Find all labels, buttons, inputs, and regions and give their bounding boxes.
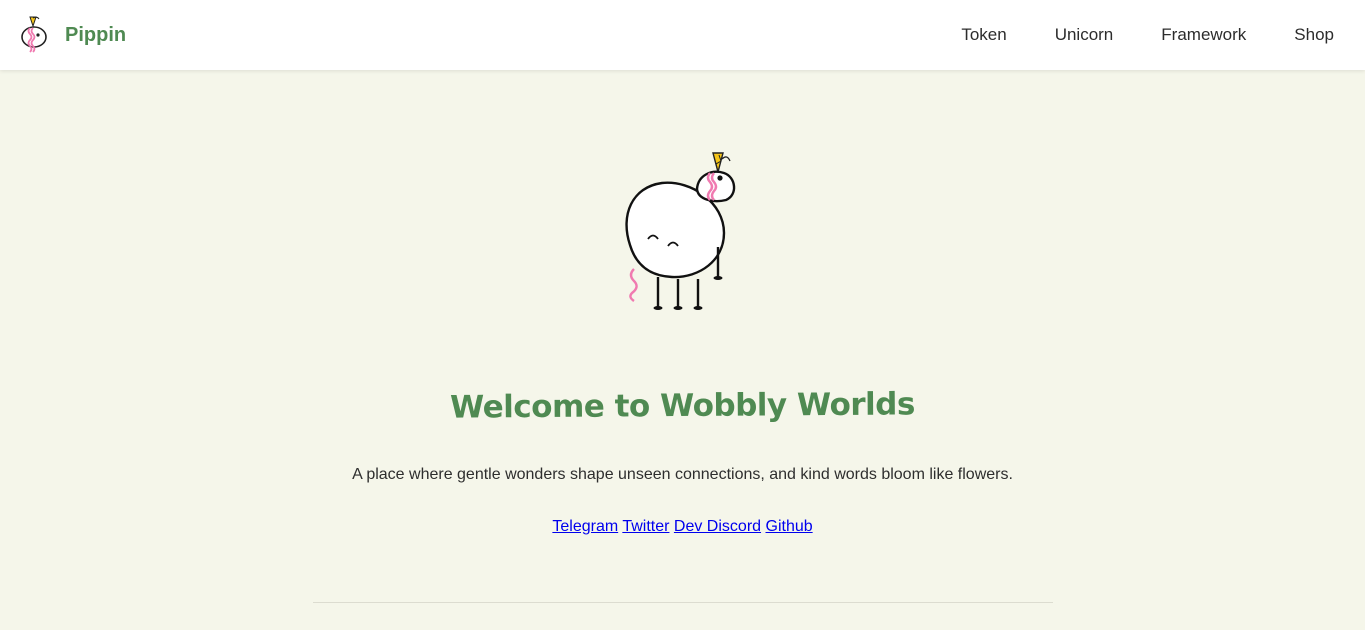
- nav-link-unicorn[interactable]: Unicorn: [1055, 25, 1114, 45]
- brand-home-link[interactable]: Pippin: [18, 15, 126, 55]
- nav-link-shop[interactable]: Shop: [1294, 25, 1334, 45]
- telegram-link[interactable]: Telegram: [552, 518, 618, 535]
- hero-tagline: A place where gentle wonders shape unsee…: [352, 466, 1013, 483]
- main-nav: Token Unicorn Framework Shop: [961, 0, 1334, 70]
- section-divider: [313, 602, 1053, 603]
- brand-name: Pippin: [65, 23, 127, 46]
- nav-link-token[interactable]: Token: [961, 25, 1006, 45]
- hero-title: Welcome to Wobbly Worlds: [449, 386, 916, 426]
- unicorn-mascot-illustration: [625, 152, 736, 310]
- github-link[interactable]: Github: [766, 518, 813, 535]
- twitter-link[interactable]: Twitter: [622, 518, 669, 535]
- top-navbar: Pippin Token Unicorn Framework Shop: [0, 0, 1365, 70]
- unicorn-logo-icon: [21, 16, 47, 53]
- dev-discord-link[interactable]: Dev Discord: [674, 518, 761, 535]
- social-links: Telegram Twitter Dev Discord Github: [0, 518, 1365, 536]
- nav-link-framework[interactable]: Framework: [1161, 25, 1246, 45]
